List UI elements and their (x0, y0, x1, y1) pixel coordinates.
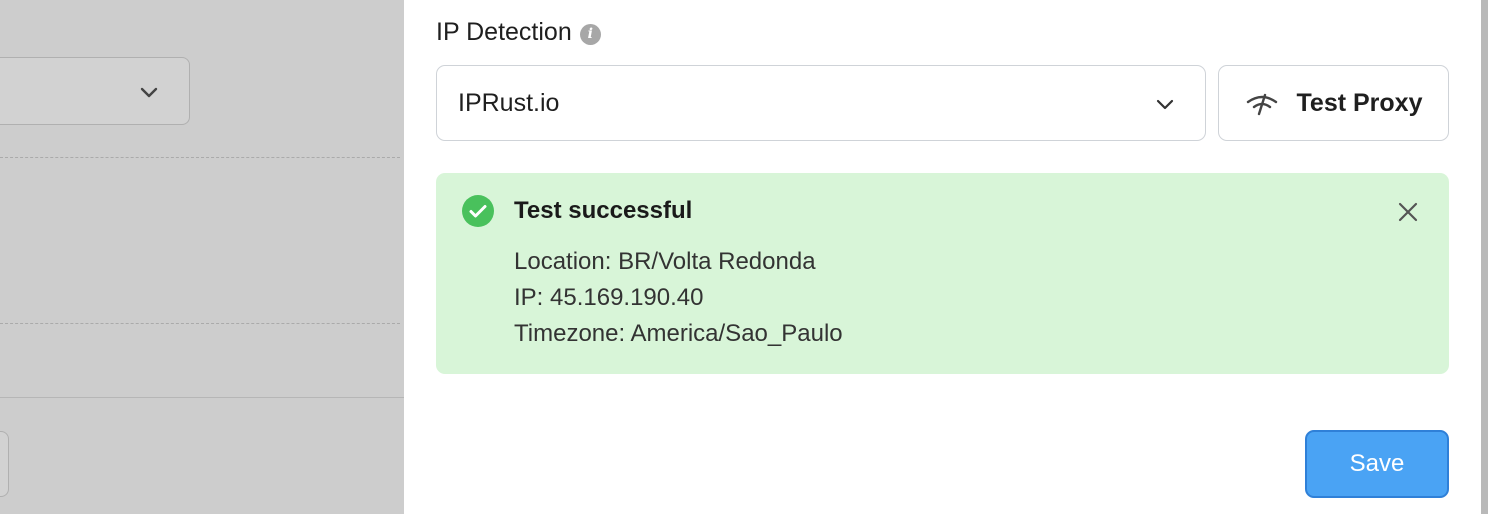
background-select (0, 57, 190, 125)
background-divider (0, 157, 400, 158)
info-icon[interactable]: i (579, 23, 601, 45)
background-divider (0, 323, 400, 324)
ip-detection-select[interactable]: IPRust.io (436, 65, 1206, 141)
ip-detection-selected-value: IPRust.io (458, 88, 560, 117)
chevron-down-icon (1156, 99, 1174, 110)
wifi-signal-icon (1246, 93, 1277, 116)
close-icon[interactable] (1395, 199, 1421, 225)
chevron-down-icon (140, 87, 158, 98)
proxy-settings-panel: IP Detection i IPRust.io Test Proxy Test… (404, 0, 1481, 514)
ip-detection-label: IP Detection (436, 18, 572, 46)
background-divider (0, 397, 404, 398)
test-result-alert: Test successful Location: BR/Volta Redon… (436, 173, 1449, 374)
background-button (0, 431, 9, 497)
background-overlay (0, 0, 404, 514)
check-circle-icon (462, 195, 494, 227)
scrollbar[interactable] (1481, 0, 1488, 514)
test-proxy-button[interactable]: Test Proxy (1218, 65, 1449, 141)
save-button[interactable]: Save (1305, 430, 1449, 498)
alert-title: Test successful (514, 197, 693, 224)
ip-detection-heading: IP Detection i (436, 18, 601, 47)
screen: IP Detection i IPRust.io Test Proxy Test… (0, 0, 1488, 514)
test-proxy-label: Test Proxy (1296, 88, 1423, 117)
result-timezone: Timezone: America/Sao_Paulo (514, 320, 843, 347)
result-ip: IP: 45.169.190.40 (514, 284, 704, 311)
result-location: Location: BR/Volta Redonda (514, 248, 816, 275)
